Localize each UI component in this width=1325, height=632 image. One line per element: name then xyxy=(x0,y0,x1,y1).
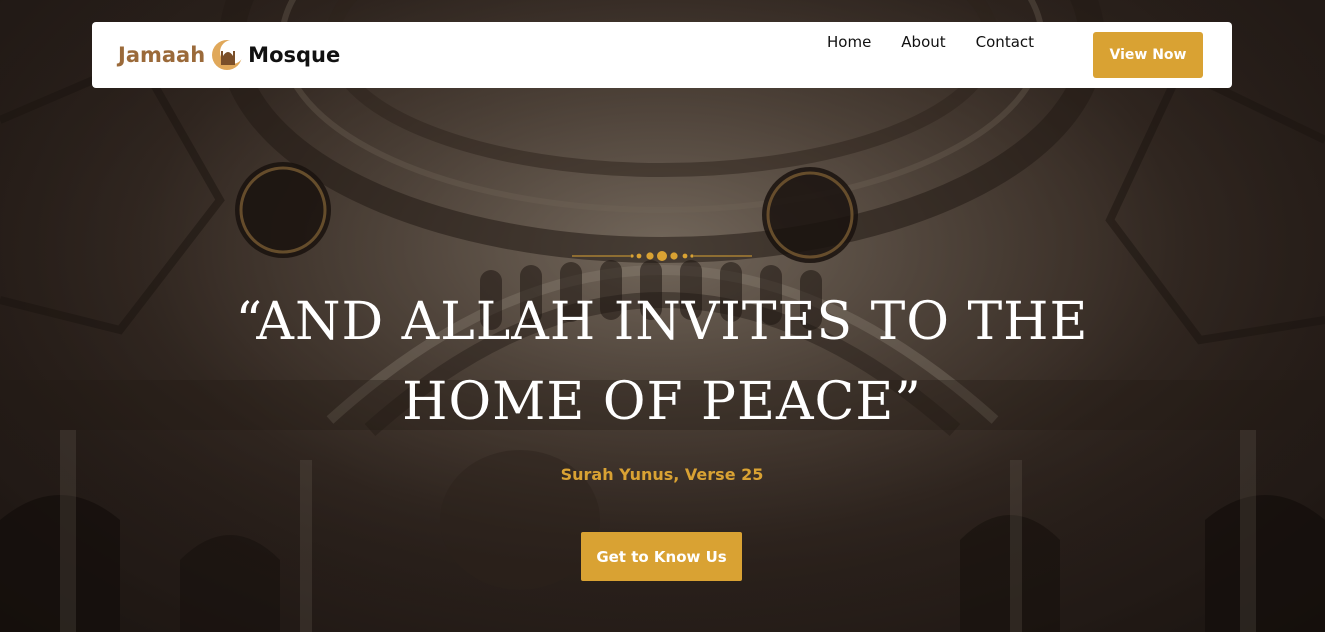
hero-headline: “AND ALLAH INVITES TO THE HOME OF PEACE” xyxy=(235,292,1089,432)
nav-link-home[interactable]: Home xyxy=(827,33,871,51)
navbar: Jamaah Mosque Home About Contact View No… xyxy=(92,22,1232,88)
nav-link-about[interactable]: About xyxy=(901,33,945,51)
nav-links: Home About Contact xyxy=(827,33,1034,51)
nav-link-contact[interactable]: Contact xyxy=(976,33,1034,51)
get-to-know-us-button[interactable]: Get to Know Us xyxy=(581,532,742,581)
ornament-divider-icon xyxy=(572,251,752,261)
crescent-mosque-icon xyxy=(212,40,244,70)
view-now-button[interactable]: View Now xyxy=(1093,32,1203,78)
brand-name-part1: Jamaah xyxy=(118,43,206,67)
hero-section: Jamaah Mosque Home About Contact View No… xyxy=(0,0,1325,632)
hero-subtitle: Surah Yunus, Verse 25 xyxy=(560,465,764,484)
brand-logo-link[interactable]: Jamaah Mosque xyxy=(118,36,340,74)
brand-name-part2: Mosque xyxy=(248,43,341,67)
